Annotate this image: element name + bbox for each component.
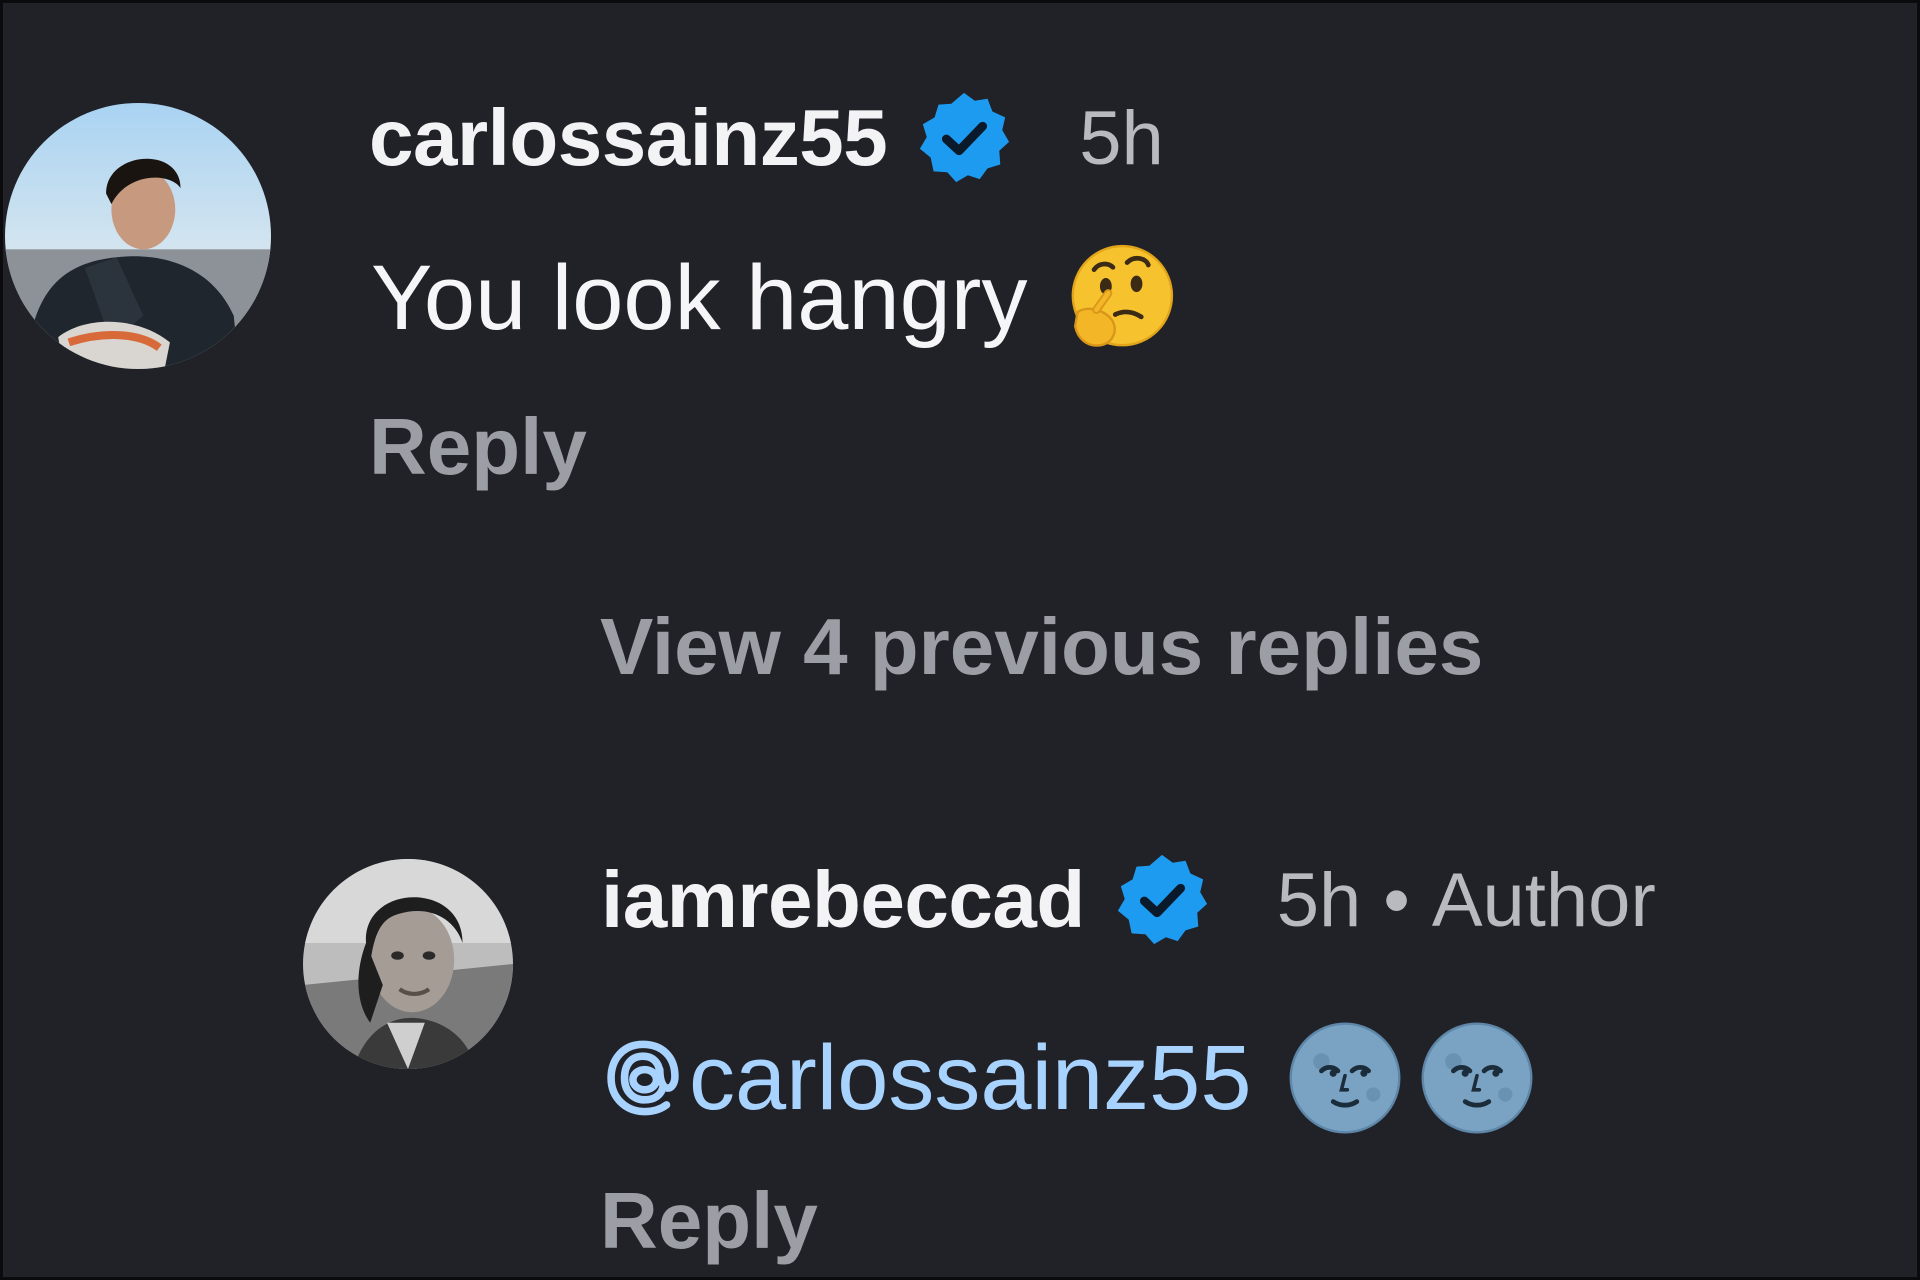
reply-button[interactable]: Reply — [369, 401, 587, 493]
verified-badge-icon — [1113, 851, 1211, 949]
separator-dot: • — [1383, 857, 1410, 943]
thinking-face-icon — [1061, 239, 1179, 357]
full-moon-face-icon — [1286, 1019, 1404, 1137]
username[interactable]: carlossainz55 — [369, 92, 888, 184]
comment-text: You look hangry — [371, 238, 1179, 358]
reply-button[interactable]: Reply — [600, 1175, 818, 1267]
mention-text: carlossainz55 — [689, 1026, 1252, 1129]
comment-header: carlossainz55 5h — [369, 92, 1164, 184]
verified-badge-icon — [915, 89, 1013, 187]
avatar-carlossainz55[interactable] — [5, 103, 271, 369]
full-moon-face-icon — [1418, 1019, 1536, 1137]
username[interactable]: iamrebeccad — [601, 854, 1085, 946]
comment-text-content: You look hangry — [371, 246, 1028, 349]
comment-time: 5h — [1079, 95, 1164, 181]
view-previous-replies-button[interactable]: View 4 previous replies — [600, 601, 1483, 693]
comment-text: carlossainz55 — [601, 1018, 1536, 1138]
mention-link[interactable]: carlossainz55 — [601, 1026, 1252, 1131]
profile-photo-icon — [5, 103, 271, 369]
author-label: Author — [1431, 857, 1656, 943]
comment-header: iamrebeccad 5h • Author — [601, 854, 1656, 946]
avatar-iamrebeccad[interactable] — [303, 859, 513, 1069]
comments-thread: carlossainz55 5h You look hangry Reply V… — [0, 0, 1920, 1280]
comment-time: 5h — [1276, 857, 1362, 943]
profile-photo-icon — [303, 859, 513, 1069]
threads-at-icon — [601, 1036, 685, 1120]
